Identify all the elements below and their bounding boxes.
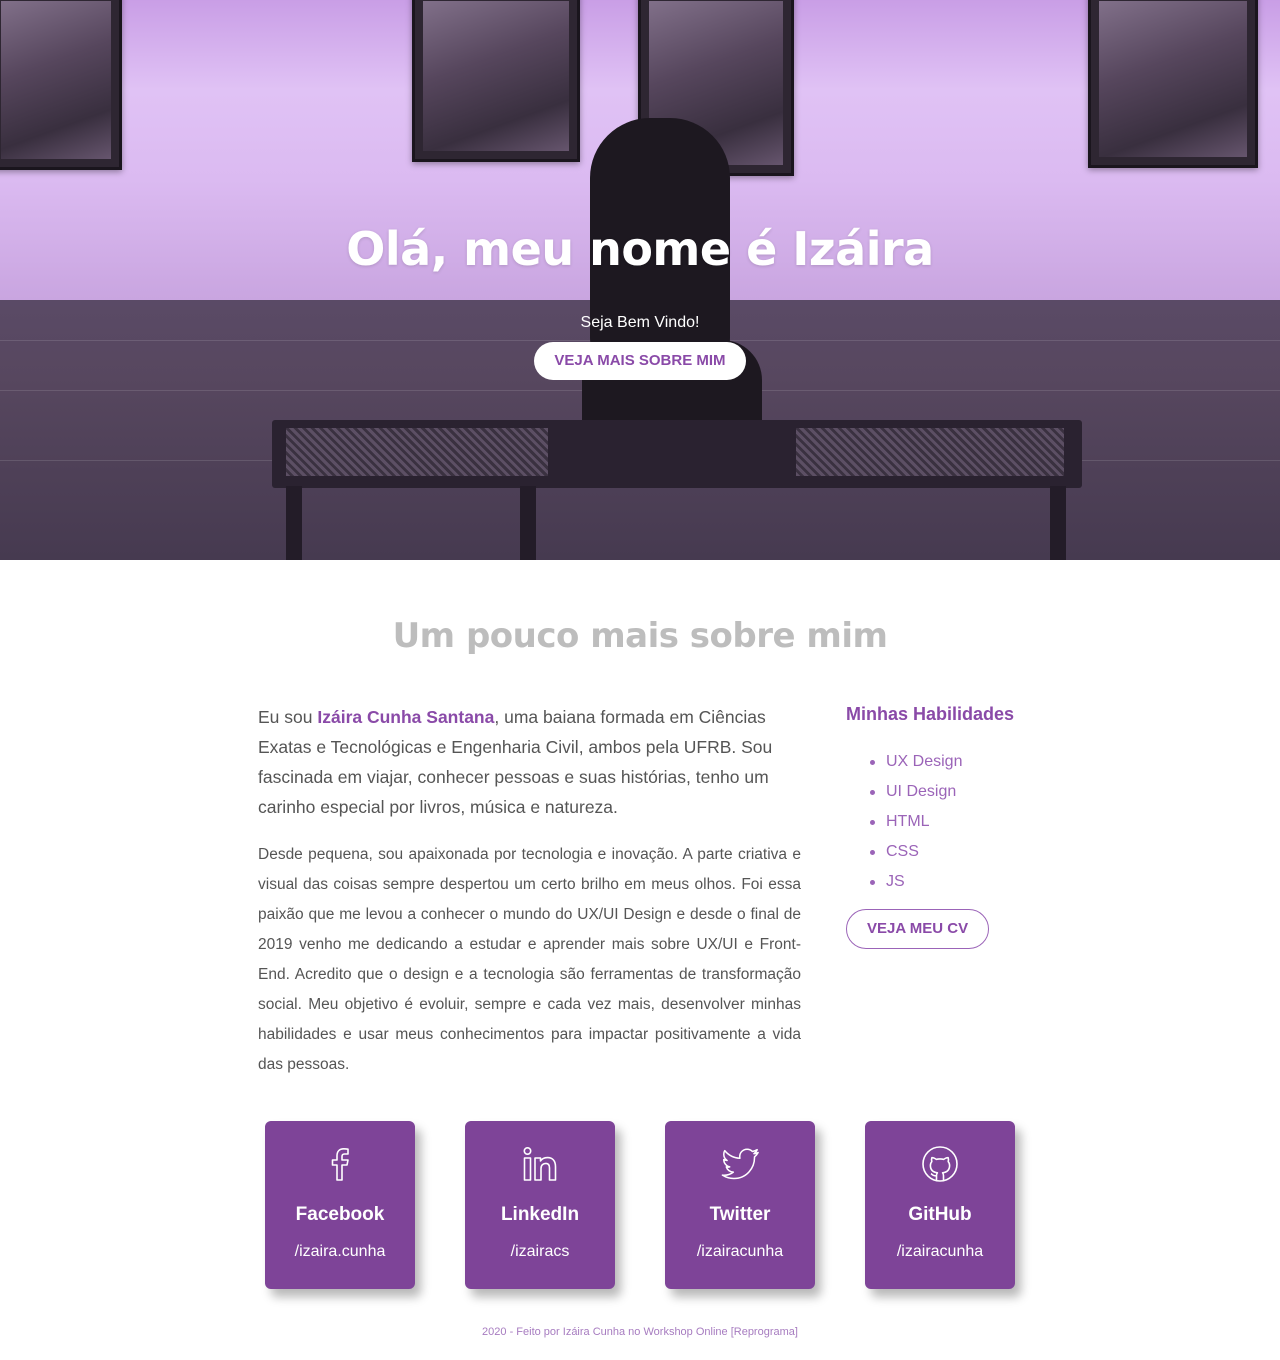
social-card-name: Twitter: [709, 1204, 771, 1225]
see-more-button[interactable]: VEJA MAIS SOBRE MIM: [534, 342, 746, 380]
social-card-user: /izairacunha: [696, 1243, 784, 1260]
social-card-user: /izaira.cunha: [294, 1243, 386, 1260]
skill-item: CSS: [846, 837, 1046, 867]
hero-content: Olá, meu nome é Izáira Seja Bem Vindo! V…: [0, 222, 1280, 380]
social-card-user: /izairacunha: [896, 1243, 984, 1260]
hero-title: Olá, meu nome é Izáira: [346, 222, 934, 276]
about-name: Izáira Cunha Santana: [317, 707, 495, 727]
social-card-twitter[interactable]: Twitter /izairacunha: [665, 1121, 815, 1289]
twitter-icon: [719, 1143, 761, 1185]
social-card-linkedin[interactable]: LinkedIn /izairacs: [465, 1121, 615, 1289]
skills-list: UX Design UI Design HTML CSS JS: [846, 747, 1046, 897]
view-cv-button[interactable]: VEJA MEU CV: [846, 909, 990, 949]
skill-item: HTML: [846, 807, 1046, 837]
social-card-name: Facebook: [295, 1204, 385, 1225]
linkedin-icon: [519, 1143, 561, 1185]
social-card-facebook[interactable]: Facebook /izaira.cunha: [265, 1121, 415, 1289]
footer-text: 2020 - Feito por Izáira Cunha no Worksho…: [482, 1326, 798, 1338]
about-paragraph-2: Desde pequena, sou apaixonada por tecnol…: [258, 846, 801, 1073]
painting-image: [0, 0, 122, 170]
hero-subtitle: Seja Bem Vindo!: [580, 314, 700, 331]
social-card-name: LinkedIn: [500, 1204, 580, 1225]
painting-image: [1088, 0, 1258, 168]
skills-panel: Minhas Habilidades UX Design UI Design H…: [846, 704, 1046, 949]
github-icon: [919, 1143, 961, 1185]
about-text: Eu sou Izáira Cunha Santana, uma baiana …: [258, 702, 801, 1080]
social-card-github[interactable]: GitHub /izairacunha: [865, 1121, 1015, 1289]
skill-item: UI Design: [846, 777, 1046, 807]
skills-title: Minhas Habilidades: [846, 704, 1015, 724]
social-card-user: /izairacs: [510, 1243, 570, 1260]
painting-image: [412, 0, 580, 162]
skill-item: UX Design: [846, 747, 1046, 777]
about-paragraph-1: Eu sou Izáira Cunha Santana, uma baiana …: [258, 707, 773, 817]
social-card-name: GitHub: [908, 1204, 972, 1225]
hero-banner: Olá, meu nome é Izáira Seja Bem Vindo! V…: [0, 0, 1280, 560]
facebook-icon: [319, 1143, 361, 1185]
skill-item: JS: [846, 867, 1046, 897]
about-title: Um pouco mais sobre mim: [392, 616, 888, 656]
